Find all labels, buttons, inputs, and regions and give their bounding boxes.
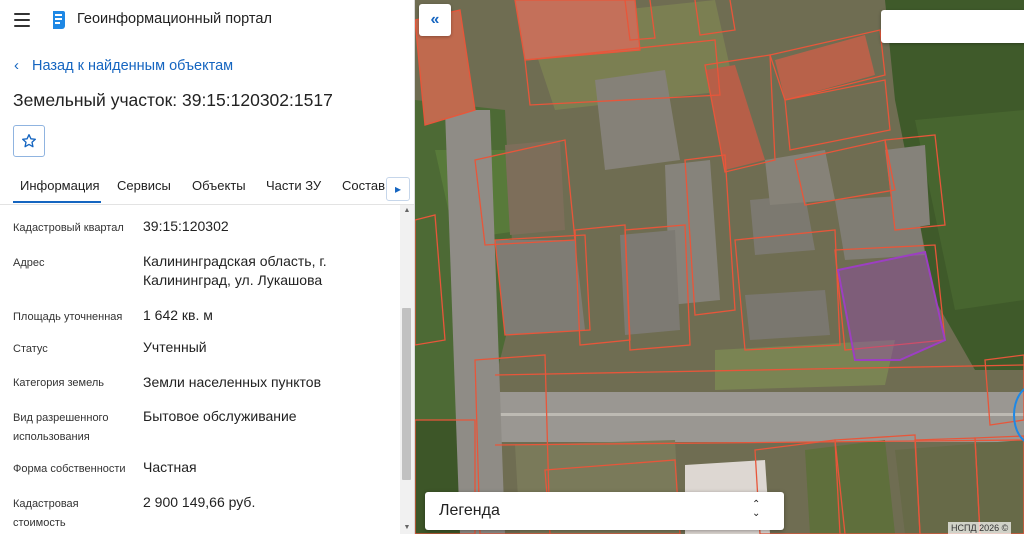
property-value: Бытовое обслуживание	[143, 408, 297, 424]
legend-label: Легенда	[439, 502, 500, 519]
object-title: Земельный участок: 39:15:120302:1517	[13, 90, 333, 110]
map-search-box[interactable]	[881, 10, 1024, 43]
scroll-down-arrow-icon[interactable]: ▼	[400, 523, 414, 533]
property-label: Вид разрешенного использования	[13, 412, 109, 443]
double-chevron-left-icon: «	[430, 11, 440, 28]
app-header: Геоинформационный портал	[0, 0, 414, 40]
tab-objects[interactable]: Объекты	[192, 178, 246, 193]
property-label: Кадастровый квартал	[13, 222, 124, 234]
property-value: Земли населенных пунктов	[143, 374, 322, 390]
property-label: Форма собственности	[13, 463, 126, 475]
legend-dropdown[interactable]: Легенда ⌃ ⌄	[425, 492, 784, 530]
back-to-results-link[interactable]: ‹ Назад к найденным объектам	[14, 57, 233, 74]
property-value: 1 642 кв. м	[143, 307, 213, 323]
property-label: Категория земель	[13, 377, 104, 389]
property-label: Площадь уточненная	[13, 311, 123, 323]
map-view[interactable]	[415, 0, 1024, 534]
tab-services[interactable]: Сервисы	[117, 178, 171, 193]
tab-land-parts[interactable]: Части ЗУ	[266, 178, 321, 193]
map-search-input[interactable]	[881, 10, 1024, 41]
tab-bar: Информация Сервисы Объекты Части ЗУ Сост…	[0, 168, 414, 205]
properties-list: Кадастровый квартал 39:15:120302 Адрес К…	[0, 205, 400, 534]
property-value: Калининградская область, г. Калининград,…	[143, 253, 327, 288]
favorite-button[interactable]	[13, 125, 45, 157]
property-value: Учтенный	[143, 339, 207, 355]
tab-composition[interactable]: Состав	[342, 178, 385, 193]
property-value: 39:15:120302	[143, 218, 229, 234]
property-value: Частная	[143, 459, 197, 475]
collapse-panel-button[interactable]: «	[419, 4, 451, 36]
satellite-imagery	[415, 0, 1024, 534]
app-title: Геоинформационный портал	[77, 11, 272, 27]
property-label: Кадастровая стоимость	[13, 498, 79, 529]
tabs-scroll-right-button[interactable]: ▸	[386, 177, 410, 201]
property-label: Статус	[13, 343, 48, 355]
back-link-label: Назад к найденным объектам	[32, 58, 234, 74]
portal-logo-icon	[49, 9, 69, 36]
scroll-up-arrow-icon[interactable]: ▲	[400, 206, 414, 216]
map-attribution: НСПД 2026 ©	[948, 522, 1012, 534]
selected-parcel[interactable]	[836, 250, 947, 361]
chevron-up-down-icon: ⌃ ⌄	[752, 499, 761, 519]
chevron-right-icon: ▸	[394, 182, 402, 196]
hamburger-icon[interactable]	[12, 11, 32, 29]
active-tab-indicator	[13, 201, 101, 203]
scrollbar-thumb[interactable]	[402, 308, 411, 480]
star-outline-icon	[22, 134, 36, 148]
chevron-left-icon: ‹	[14, 57, 19, 74]
info-panel: Геоинформационный портал ‹ Назад к найден…	[0, 0, 415, 534]
property-label: Адрес	[13, 257, 45, 269]
property-value: 2 900 149,66 руб.	[143, 494, 256, 510]
tab-information[interactable]: Информация	[20, 178, 100, 193]
